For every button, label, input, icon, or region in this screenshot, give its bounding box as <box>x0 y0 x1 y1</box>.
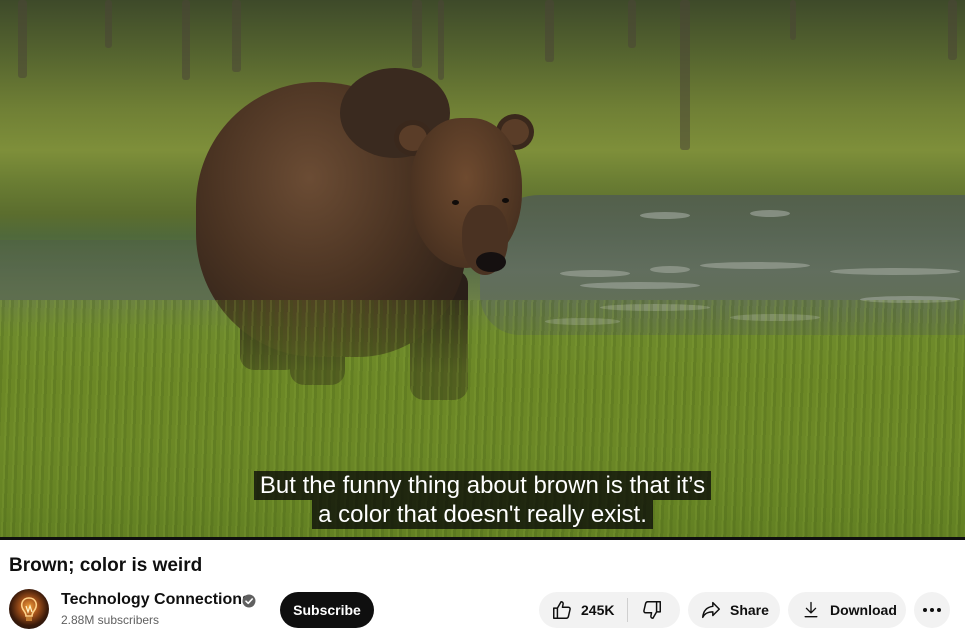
background-tree <box>680 0 690 150</box>
background-tree <box>790 0 796 40</box>
background-tree <box>438 0 444 80</box>
dislike-button[interactable] <box>628 592 663 628</box>
subscribe-button[interactable]: Subscribe <box>280 592 374 628</box>
share-arrow-icon <box>702 601 720 619</box>
like-dislike-group: 245K <box>539 592 680 628</box>
verified-check-icon <box>242 594 256 608</box>
download-button[interactable]: Download <box>788 592 906 628</box>
download-label: Download <box>830 602 897 618</box>
more-actions-button[interactable] <box>914 592 950 628</box>
lily-pad <box>700 262 810 269</box>
background-tree <box>545 0 554 62</box>
subscriber-count: 2.88M subscribers <box>61 613 160 627</box>
caption-line: a color that doesn't really exist. <box>312 500 653 529</box>
lily-pad <box>560 270 630 277</box>
bear-eye <box>502 198 509 203</box>
background-tree <box>105 0 112 48</box>
background-tree <box>948 0 957 60</box>
more-horizontal-icon <box>923 608 941 612</box>
caption-line: But the funny thing about brown is that … <box>253 471 712 500</box>
bear-nose <box>476 252 506 272</box>
watch-page: But the funny thing about brown is that … <box>0 0 965 641</box>
bear-eye <box>452 200 459 205</box>
download-icon <box>804 601 818 618</box>
background-tree <box>412 0 422 68</box>
player-bottom-edge <box>0 537 965 540</box>
share-button[interactable]: Share <box>688 592 780 628</box>
background-tree <box>232 0 241 72</box>
lily-pad <box>830 268 960 275</box>
video-player[interactable]: But the funny thing about brown is that … <box>0 0 965 537</box>
video-title: Brown; color is weird <box>9 555 203 576</box>
background-tree <box>182 0 190 80</box>
background-tree <box>18 0 27 78</box>
caption-window: But the funny thing about brown is that … <box>0 471 965 529</box>
thumbs-down-icon <box>643 601 662 619</box>
background-tree <box>628 0 636 48</box>
like-button[interactable]: 245K <box>539 592 614 628</box>
channel-avatar[interactable] <box>9 589 49 629</box>
like-count: 245K <box>581 602 615 618</box>
thumbs-up-icon <box>553 601 571 619</box>
lily-pad <box>650 266 690 273</box>
share-label: Share <box>730 602 769 618</box>
lightbulb-logo-icon <box>20 597 38 621</box>
lily-pad <box>750 210 790 217</box>
lily-pad <box>580 282 700 289</box>
channel-name[interactable]: Technology Connections <box>61 591 251 609</box>
lily-pad <box>640 212 690 219</box>
